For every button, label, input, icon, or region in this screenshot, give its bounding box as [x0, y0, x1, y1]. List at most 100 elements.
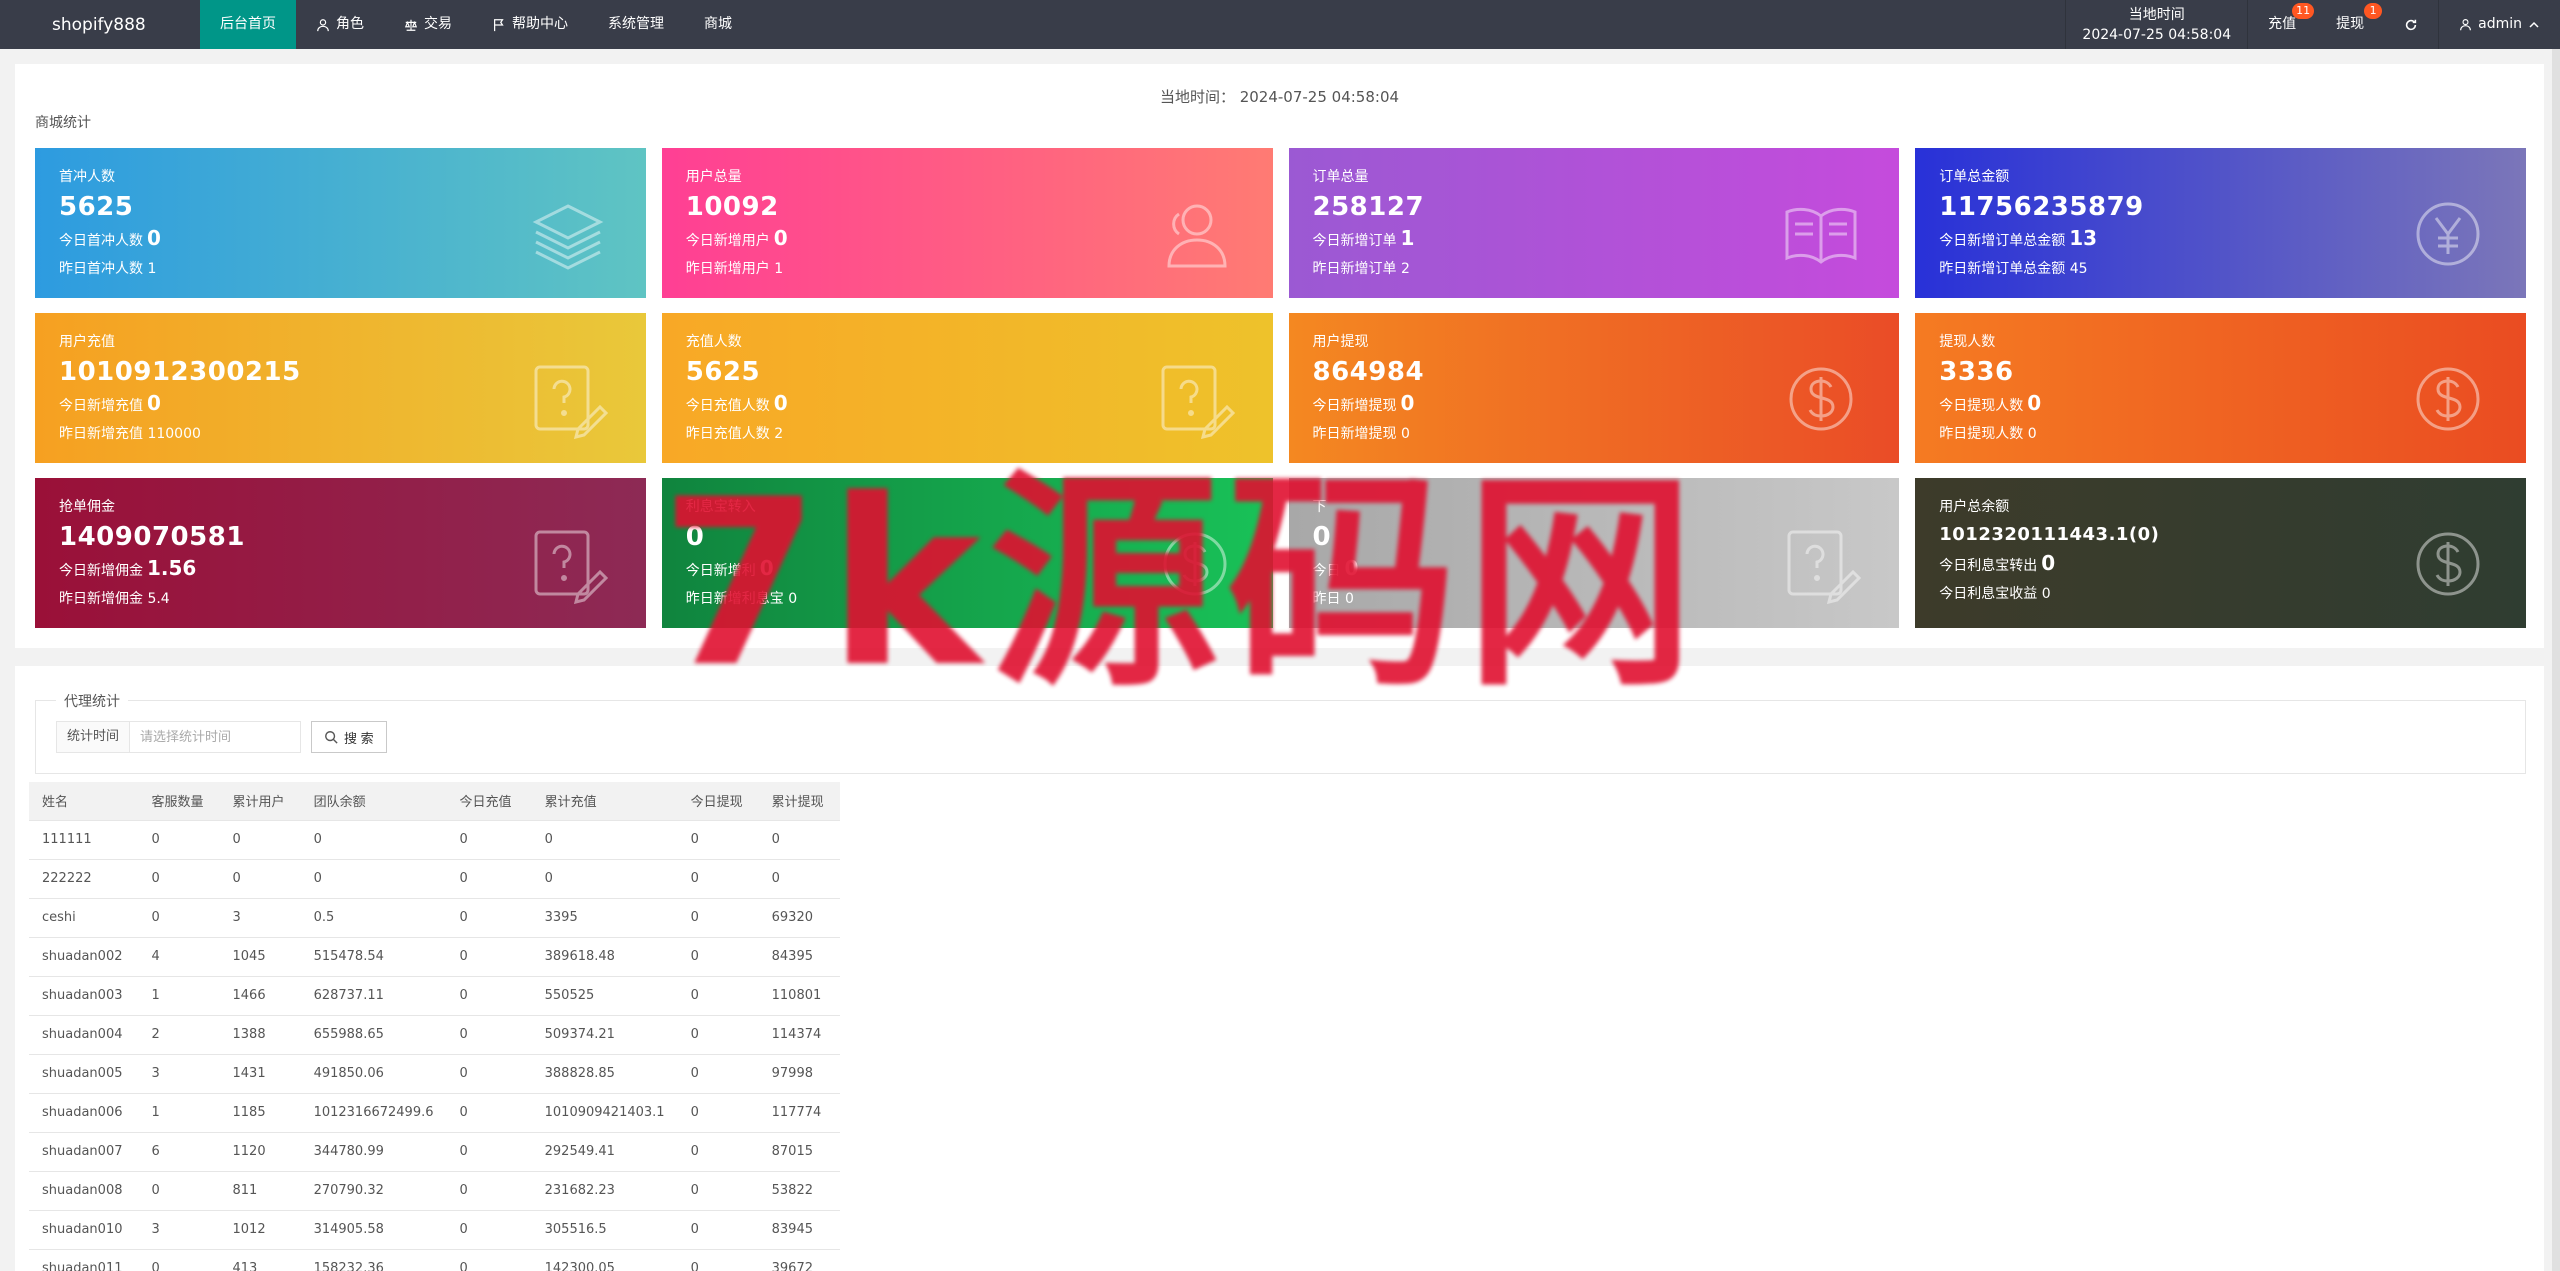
- table-cell: 0: [677, 1015, 759, 1055]
- table-row[interactable]: shuadan002 4 1045 515478.54 0 389618.48 0 84395: [29, 937, 840, 977]
- table-row[interactable]: ceshi 0 3 0.5 0 3395 0 69320: [29, 898, 840, 938]
- table-cell: 0: [677, 1249, 759, 1271]
- column-header: 累计用户: [219, 782, 301, 821]
- table-cell: 305516.5: [531, 1210, 678, 1250]
- table-cell: 1388: [219, 1015, 301, 1055]
- book-icon: [1781, 194, 1861, 274]
- table-cell: 3: [138, 1054, 220, 1094]
- table-row[interactable]: shuadan011 0 413 158232.36 0 142300.05 0 39672: [29, 1249, 840, 1271]
- stat-card-title: 用户提现: [1312, 334, 1369, 350]
- column-header: 客服数量: [138, 782, 220, 821]
- table-cell: 0: [138, 898, 220, 938]
- table-row[interactable]: shuadan007 6 1120 344780.99 0 292549.41 0 87015: [29, 1132, 840, 1172]
- refresh-button[interactable]: [2384, 0, 2438, 49]
- stat-card-today-value: 0: [147, 391, 161, 415]
- table-cell: 222222: [29, 859, 139, 899]
- table-cell: 628737.11: [300, 976, 447, 1016]
- table-cell: 6: [138, 1132, 220, 1172]
- table-cell: 158232.36: [300, 1249, 447, 1271]
- table-cell: 0: [446, 976, 532, 1016]
- user-name: admin: [2478, 16, 2522, 32]
- table-cell: 314905.58: [300, 1210, 447, 1250]
- table-header-row: 姓名 客服数量 累计用户 团队余额 今日充值 累计充值 今日提现 累计提现: [29, 782, 840, 821]
- user-menu[interactable]: admin: [2439, 0, 2560, 49]
- table-cell: 0.5: [300, 898, 447, 938]
- table-cell: 1012316672499.6: [300, 1093, 447, 1133]
- table-cell: 0: [446, 1132, 532, 1172]
- table-cell: 0: [446, 1054, 532, 1094]
- local-time-value: 2024-07-25 04:58:04: [2082, 26, 2232, 43]
- stat-card-title: 用户总量: [685, 169, 742, 185]
- table-cell: 0: [138, 1249, 220, 1271]
- table-cell: 388828.85: [531, 1054, 678, 1094]
- nav-help[interactable]: 帮助中心: [472, 0, 588, 49]
- table-cell: 1185: [219, 1093, 301, 1133]
- table-cell: ceshi: [29, 898, 139, 938]
- scale-icon: [404, 19, 418, 31]
- nav-trade[interactable]: 交易: [384, 0, 472, 49]
- table-cell: 117774: [758, 1093, 840, 1133]
- stat-card-today-value: 0: [1400, 391, 1415, 415]
- date-filter-label: 统计时间: [57, 722, 131, 752]
- stat-card-title: 抢单佣金: [59, 499, 115, 515]
- table-row[interactable]: shuadan005 3 1431 491850.06 0 388828.85 0 97998: [29, 1054, 840, 1094]
- table-cell: 1466: [219, 976, 301, 1016]
- table-cell: 0: [677, 1210, 759, 1250]
- table-cell: shuadan008: [29, 1171, 139, 1211]
- section-title: 商城统计: [35, 115, 91, 131]
- table-cell: 3: [138, 1210, 220, 1250]
- withdraw-link[interactable]: 提现 1: [2316, 0, 2384, 49]
- nav-mall[interactable]: 商城: [684, 0, 752, 49]
- stat-card-today-label: 今日新增订单总金额: [1939, 233, 2066, 249]
- top-header: shopify888 后台首页 角色 交易 帮助中心 系统管理 商城 当地时间 …: [0, 0, 2560, 49]
- mall-stats-panel: 当地时间： 2024-07-25 04:58:04 商城统计 首冲人数 5625 今…: [15, 64, 2544, 648]
- stat-card-today-value: 0: [773, 391, 788, 415]
- nav-mall-label: 商城: [704, 16, 732, 32]
- table-cell: 0: [300, 859, 447, 899]
- stat-card-today-label: 今日新增利: [685, 563, 756, 579]
- stat-card-today-label: 今日充值人数: [685, 398, 770, 414]
- fieldset-legend: 代理统计: [56, 691, 128, 711]
- table-row[interactable]: shuadan008 0 811 270790.32 0 231682.23 0 53822: [29, 1171, 840, 1211]
- table-cell: 39672: [758, 1249, 840, 1271]
- table-cell: 0: [138, 820, 220, 860]
- table-cell: 0: [531, 859, 678, 899]
- nav-roles[interactable]: 角色: [296, 0, 384, 49]
- table-row[interactable]: shuadan003 1 1466 628737.11 0 550525 0 110801: [29, 976, 840, 1016]
- table-cell: 811: [219, 1171, 301, 1211]
- table-cell: 0: [677, 820, 759, 860]
- table-row[interactable]: 111111 0 0 0 0 0 0 0: [29, 820, 840, 860]
- search-button[interactable]: 搜 索: [311, 721, 387, 753]
- table-cell: 231682.23: [531, 1171, 678, 1211]
- date-filter-input[interactable]: [130, 722, 301, 752]
- stat-card-today-value: 1: [1400, 226, 1415, 250]
- table-cell: 0: [677, 1093, 759, 1133]
- table-row[interactable]: 222222 0 0 0 0 0 0 0: [29, 859, 840, 899]
- nav-home[interactable]: 后台首页: [200, 0, 296, 49]
- app-logo[interactable]: shopify888: [0, 15, 200, 35]
- layers-icon: [528, 194, 608, 274]
- stat-card-title: 下: [1312, 499, 1327, 515]
- stat-card-title: 利息宝转入: [685, 499, 756, 515]
- stat-card-today-value: 0: [147, 226, 161, 250]
- table-cell: 1010909421403.1: [531, 1093, 678, 1133]
- table-row[interactable]: shuadan006 1 1185 1012316672499.6 0 101090942…: [29, 1093, 840, 1133]
- search-row: 统计时间 搜 索: [56, 721, 387, 753]
- table-row[interactable]: shuadan004 2 1388 655988.65 0 509374.21 0 11437…: [29, 1015, 840, 1055]
- column-header: 累计提现: [758, 782, 840, 821]
- user-icon: [317, 18, 329, 31]
- stat-card: 首冲人数 5625 今日首冲人数 0 昨日首冲人数 1: [35, 148, 646, 298]
- stat-card-title: 订单总金额: [1939, 169, 2010, 185]
- recharge-link[interactable]: 充值 11: [2248, 0, 2316, 49]
- user-icon: [2460, 19, 2472, 31]
- table-row[interactable]: shuadan010 3 1012 314905.58 0 305516.5 0 83945: [29, 1210, 840, 1250]
- page-scrollbar[interactable]: [2552, 49, 2560, 1271]
- nav-system[interactable]: 系统管理: [588, 0, 684, 49]
- stat-card: 用户总量 10092 今日新增用户 0 昨日新增用户 1: [661, 148, 1273, 298]
- column-header: 今日充值: [446, 782, 532, 821]
- table-cell: 0: [446, 859, 532, 899]
- flag-icon: [494, 18, 504, 31]
- dollar-icon: [1781, 359, 1861, 439]
- edit-question-icon: [1155, 359, 1235, 440]
- table-cell: shuadan005: [29, 1054, 139, 1094]
